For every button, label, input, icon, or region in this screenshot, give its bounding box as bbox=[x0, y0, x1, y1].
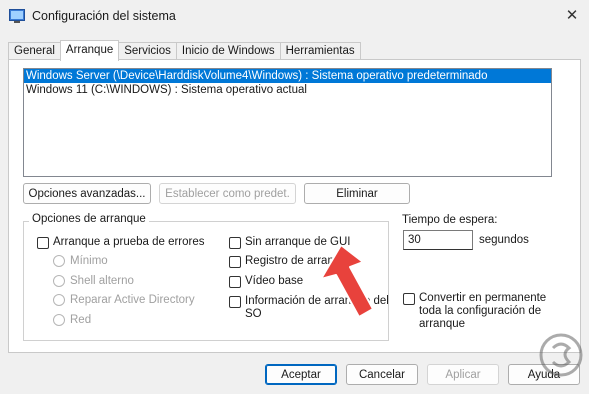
checkbox-box bbox=[229, 296, 241, 308]
msconfig-app-icon bbox=[9, 9, 25, 23]
os-list-item[interactable]: Windows 11 (C:\WINDOWS) : Sistema operat… bbox=[24, 83, 551, 97]
os-list[interactable]: Windows Server (\Device\HarddiskVolume4\… bbox=[23, 68, 552, 177]
base-video-checkbox[interactable]: Vídeo base bbox=[229, 275, 303, 288]
red-arrow-icon bbox=[320, 245, 374, 318]
safe-boot-checkbox[interactable]: Arranque a prueba de errores bbox=[37, 236, 205, 249]
apply-button[interactable]: Aplicar bbox=[427, 364, 499, 385]
checkbox-box bbox=[229, 276, 241, 288]
checkbox-box bbox=[403, 293, 415, 305]
safe-mode-minimal-radio[interactable]: Mínimo bbox=[53, 255, 108, 267]
radio-circle bbox=[53, 255, 65, 267]
checkbox-box bbox=[229, 237, 241, 249]
safe-mode-label: Shell alterno bbox=[70, 275, 134, 287]
tab-boot[interactable]: Arranque bbox=[59, 40, 120, 61]
timeout-input[interactable]: 30 bbox=[403, 230, 473, 250]
tab-strip: General Arranque Servicios Inicio de Win… bbox=[8, 40, 361, 61]
close-icon: ✕ bbox=[565, 7, 579, 24]
boot-tab-panel: Windows Server (\Device\HarddiskVolume4\… bbox=[8, 59, 581, 353]
window-title: Configuración del sistema bbox=[32, 9, 176, 23]
safe-mode-label: Mínimo bbox=[70, 255, 108, 267]
advanced-options-button[interactable]: Opciones avanzadas... bbox=[23, 183, 151, 204]
close-button[interactable]: ✕ bbox=[555, 0, 589, 30]
base-video-label: Vídeo base bbox=[245, 275, 304, 287]
safe-mode-network-radio[interactable]: Red bbox=[53, 314, 91, 326]
cancel-button[interactable]: Cancelar bbox=[346, 364, 418, 385]
set-default-button[interactable]: Establecer como predet. bbox=[159, 183, 296, 204]
boot-options-title: Opciones de arranque bbox=[29, 213, 149, 225]
make-permanent-label: Convertir en permanente toda la configur… bbox=[419, 292, 547, 330]
watermark-logo-icon bbox=[539, 333, 583, 377]
os-list-item[interactable]: Windows Server (\Device\HarddiskVolume4\… bbox=[24, 69, 551, 83]
delete-button[interactable]: Eliminar bbox=[304, 183, 410, 204]
checkbox-box bbox=[229, 256, 241, 268]
timeout-label: Tiempo de espera: bbox=[402, 214, 498, 226]
safe-boot-label: Arranque a prueba de errores bbox=[53, 236, 205, 248]
safe-mode-alternate-shell-radio[interactable]: Shell alterno bbox=[53, 275, 134, 287]
checkbox-box bbox=[37, 237, 49, 249]
radio-circle bbox=[53, 275, 65, 287]
make-permanent-checkbox[interactable]: Convertir en permanente toda la configur… bbox=[403, 292, 553, 331]
radio-circle bbox=[53, 314, 65, 326]
ok-button[interactable]: Aceptar bbox=[265, 364, 337, 385]
radio-circle bbox=[53, 294, 65, 306]
safe-mode-label: Red bbox=[70, 314, 92, 326]
title-bar: Configuración del sistema ✕ bbox=[0, 0, 589, 34]
timeout-unit: segundos bbox=[479, 234, 529, 246]
safe-mode-ad-repair-radio[interactable]: Reparar Active Directory bbox=[53, 294, 195, 306]
safe-mode-label: Reparar Active Directory bbox=[70, 294, 195, 306]
